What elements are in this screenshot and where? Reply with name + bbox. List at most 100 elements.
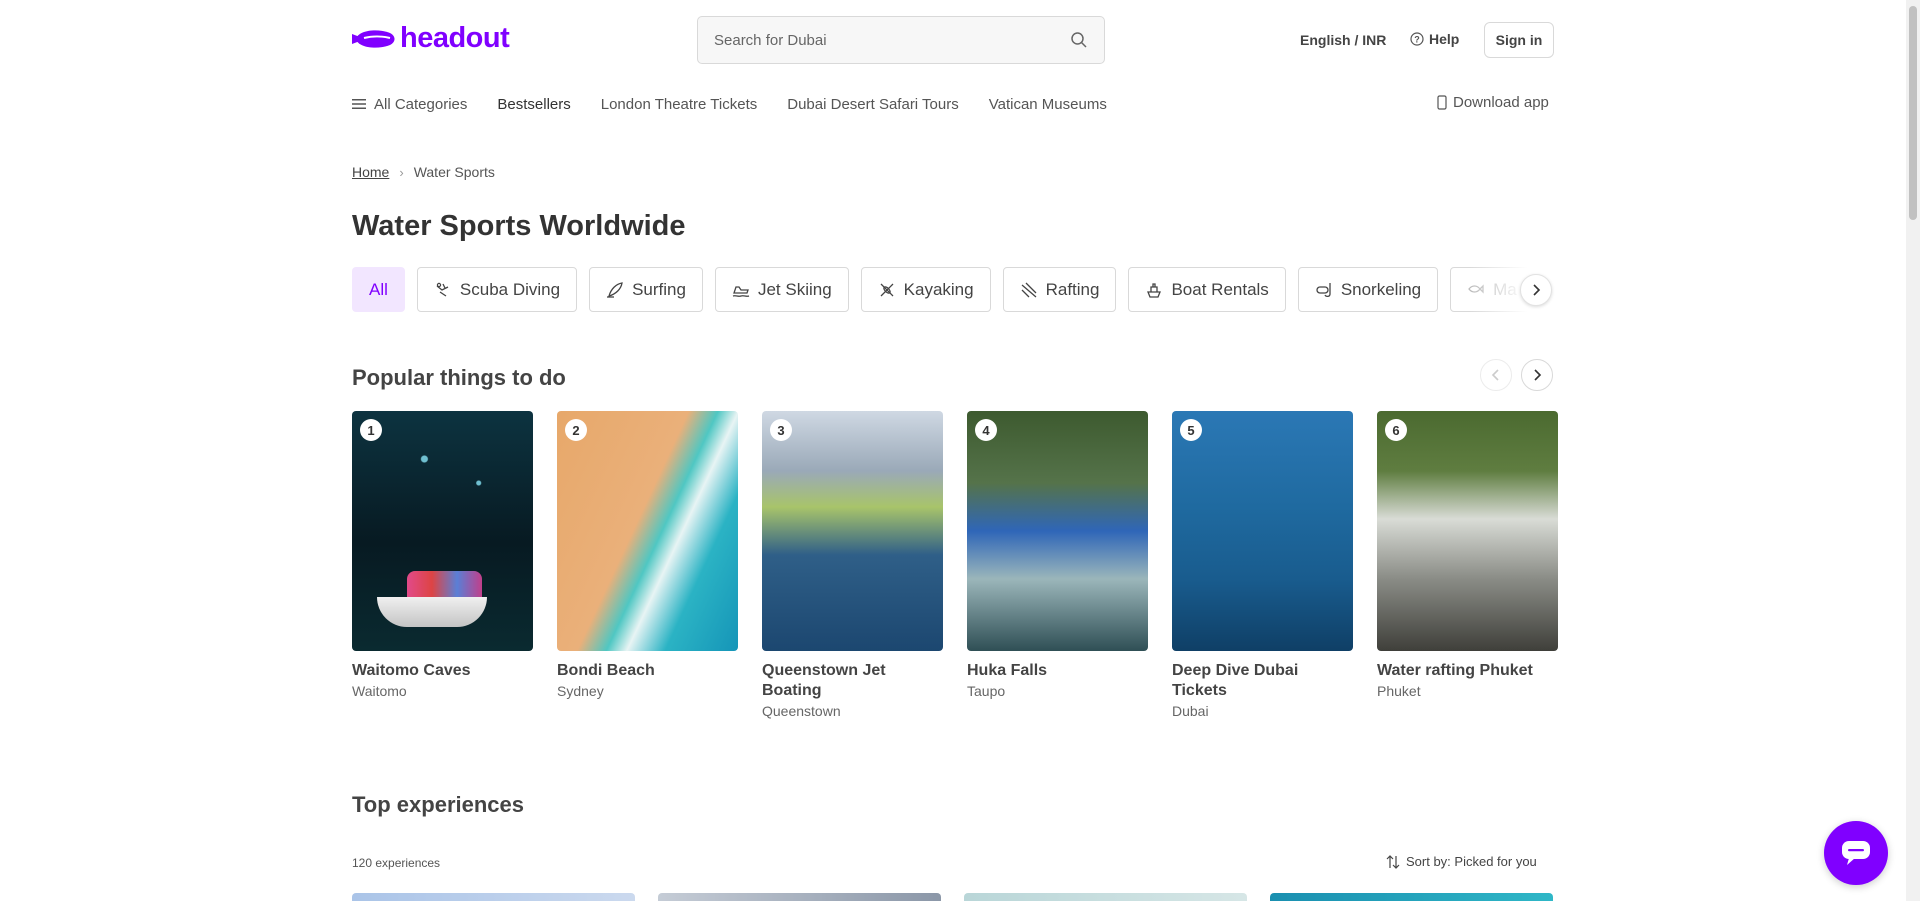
popular-card[interactable]: 6 Water rafting Phuket Phuket [1377, 411, 1558, 719]
download-app-label: Download app [1453, 94, 1549, 111]
rank-badge: 6 [1385, 419, 1407, 441]
card-title[interactable]: Waitomo Caves [352, 661, 533, 681]
chip-label: All [369, 279, 388, 299]
breadcrumb-home[interactable]: Home [352, 164, 389, 180]
chip-label: Jet Skiing [757, 279, 832, 299]
help-label: Help [1429, 31, 1460, 47]
card-image[interactable]: 6 [1377, 411, 1558, 651]
svg-text:?: ? [1414, 35, 1420, 45]
nav-item-bestsellers[interactable]: Bestsellers [497, 96, 570, 113]
popular-card[interactable]: 5 Deep Dive Dubai Tickets Dubai [1172, 411, 1353, 719]
popular-card[interactable]: 4 Huka Falls Taupo [967, 411, 1148, 719]
scuba-icon [436, 282, 449, 297]
chip-jet-skiing[interactable]: Jet Skiing [714, 267, 849, 312]
card-title[interactable]: Queenstown Jet Boating [762, 661, 943, 701]
experience-card-preview[interactable] [352, 893, 635, 901]
chip-snorkeling[interactable]: Snorkeling [1297, 267, 1439, 312]
chip-label: Scuba Diving [459, 279, 561, 299]
card-photo-detail [407, 571, 482, 599]
language-currency-selector[interactable]: English / INR [1300, 32, 1386, 48]
card-city: Phuket [1377, 683, 1421, 699]
blimp-logo-icon [352, 29, 395, 48]
snorkel-icon [1316, 282, 1331, 297]
sort-dropdown[interactable]: Sort by: Picked for you [1386, 854, 1537, 869]
chip-rafting[interactable]: Rafting [1002, 267, 1117, 312]
experience-card-preview[interactable] [1270, 893, 1553, 901]
chat-support-button[interactable] [1824, 821, 1888, 885]
chip-label: Surfing [632, 279, 686, 299]
card-image[interactable]: 2 [557, 411, 738, 651]
card-photo-detail [377, 597, 487, 627]
card-title[interactable]: Water rafting Phuket [1377, 661, 1558, 681]
popular-card[interactable]: 1 Waitomo Caves Waitomo [352, 411, 533, 719]
card-title[interactable]: Deep Dive Dubai Tickets [1172, 661, 1353, 701]
breadcrumb-current: Water Sports [413, 164, 495, 180]
card-title[interactable]: Huka Falls [967, 661, 1148, 681]
popular-card[interactable]: 2 Bondi Beach Sydney [557, 411, 738, 719]
download-app-link[interactable]: Download app [1437, 94, 1549, 111]
popular-cards: 1 Waitomo Caves Waitomo 2 Bondi Beach Sy… [352, 411, 1558, 719]
search-bar[interactable] [697, 16, 1105, 64]
chip-boat-rentals[interactable]: Boat Rentals [1128, 267, 1286, 312]
rank-badge: 2 [565, 419, 587, 441]
card-city: Waitomo [352, 683, 407, 699]
scrollbar-thumb[interactable] [1909, 6, 1917, 220]
sort-label: Sort by: Picked for you [1406, 854, 1537, 869]
experience-card-preview[interactable] [964, 893, 1247, 901]
page-title: Water Sports Worldwide [352, 210, 686, 242]
card-image[interactable]: 1 [352, 411, 533, 651]
popular-section-title: Popular things to do [352, 365, 566, 390]
chip-all[interactable]: All [352, 267, 405, 312]
chip-kayaking[interactable]: Kayaking [860, 267, 991, 312]
chevron-left-icon [1491, 369, 1499, 381]
chips-scroll-right-button[interactable] [1520, 274, 1552, 306]
hamburger-icon [352, 99, 366, 109]
category-chips: All Scuba Diving Surfing Jet Skiing Kaya… [352, 267, 1552, 312]
chip-label: Boat Rentals [1171, 279, 1269, 299]
nav-item-london-theatre[interactable]: London Theatre Tickets [601, 96, 758, 113]
rank-badge: 1 [360, 419, 382, 441]
carousel-next-button[interactable] [1521, 359, 1553, 391]
card-image[interactable]: 3 [762, 411, 943, 651]
chevron-right-icon [1534, 369, 1542, 381]
chip-label: Snorkeling [1340, 279, 1422, 299]
chip-label: Kayaking [903, 279, 974, 299]
surfboard-icon [607, 281, 623, 298]
card-city: Sydney [557, 683, 604, 699]
chevron-right-icon [1533, 284, 1541, 296]
experiences-count: 120 experiences [352, 856, 441, 870]
main-nav: All Categories Bestsellers London Theatr… [352, 94, 1137, 114]
nav-item-vatican-museums[interactable]: Vatican Museums [989, 96, 1107, 113]
chip-surfing[interactable]: Surfing [589, 267, 703, 312]
all-categories-menu[interactable]: All Categories [352, 96, 467, 113]
boat-icon [1147, 282, 1162, 298]
nav-item-dubai-desert-safari[interactable]: Dubai Desert Safari Tours [787, 96, 958, 113]
card-city: Dubai [1172, 703, 1209, 719]
sort-icon [1386, 854, 1400, 869]
top-experiences-title: Top experiences [352, 792, 524, 817]
jetski-icon [732, 285, 750, 297]
card-image[interactable]: 5 [1172, 411, 1353, 651]
popular-card[interactable]: 3 Queenstown Jet Boating Queenstown [762, 411, 943, 719]
rank-badge: 4 [975, 419, 997, 441]
card-city: Queenstown [762, 703, 841, 719]
raft-icon [1021, 282, 1037, 297]
card-title[interactable]: Bondi Beach [557, 661, 738, 681]
kayak-icon [880, 283, 894, 296]
headout-logo[interactable]: headout [352, 22, 510, 55]
search-icon[interactable] [1070, 31, 1088, 49]
experience-card-preview[interactable] [658, 893, 941, 901]
rank-badge: 3 [770, 419, 792, 441]
logo-text: headout [400, 22, 510, 54]
sign-in-button[interactable]: Sign in [1484, 22, 1554, 58]
search-input[interactable] [714, 31, 1070, 49]
card-city: Taupo [967, 683, 1006, 699]
chip-label: Rafting [1045, 279, 1100, 299]
card-image[interactable]: 4 [967, 411, 1148, 651]
carousel-prev-button[interactable] [1480, 359, 1512, 391]
breadcrumb: Home › Water Sports [352, 164, 495, 180]
help-link[interactable]: ? Help [1410, 31, 1459, 47]
chip-scuba-diving[interactable]: Scuba Diving [416, 267, 578, 312]
chevron-right-icon: › [399, 164, 404, 180]
page-scrollbar[interactable] [1906, 0, 1920, 901]
